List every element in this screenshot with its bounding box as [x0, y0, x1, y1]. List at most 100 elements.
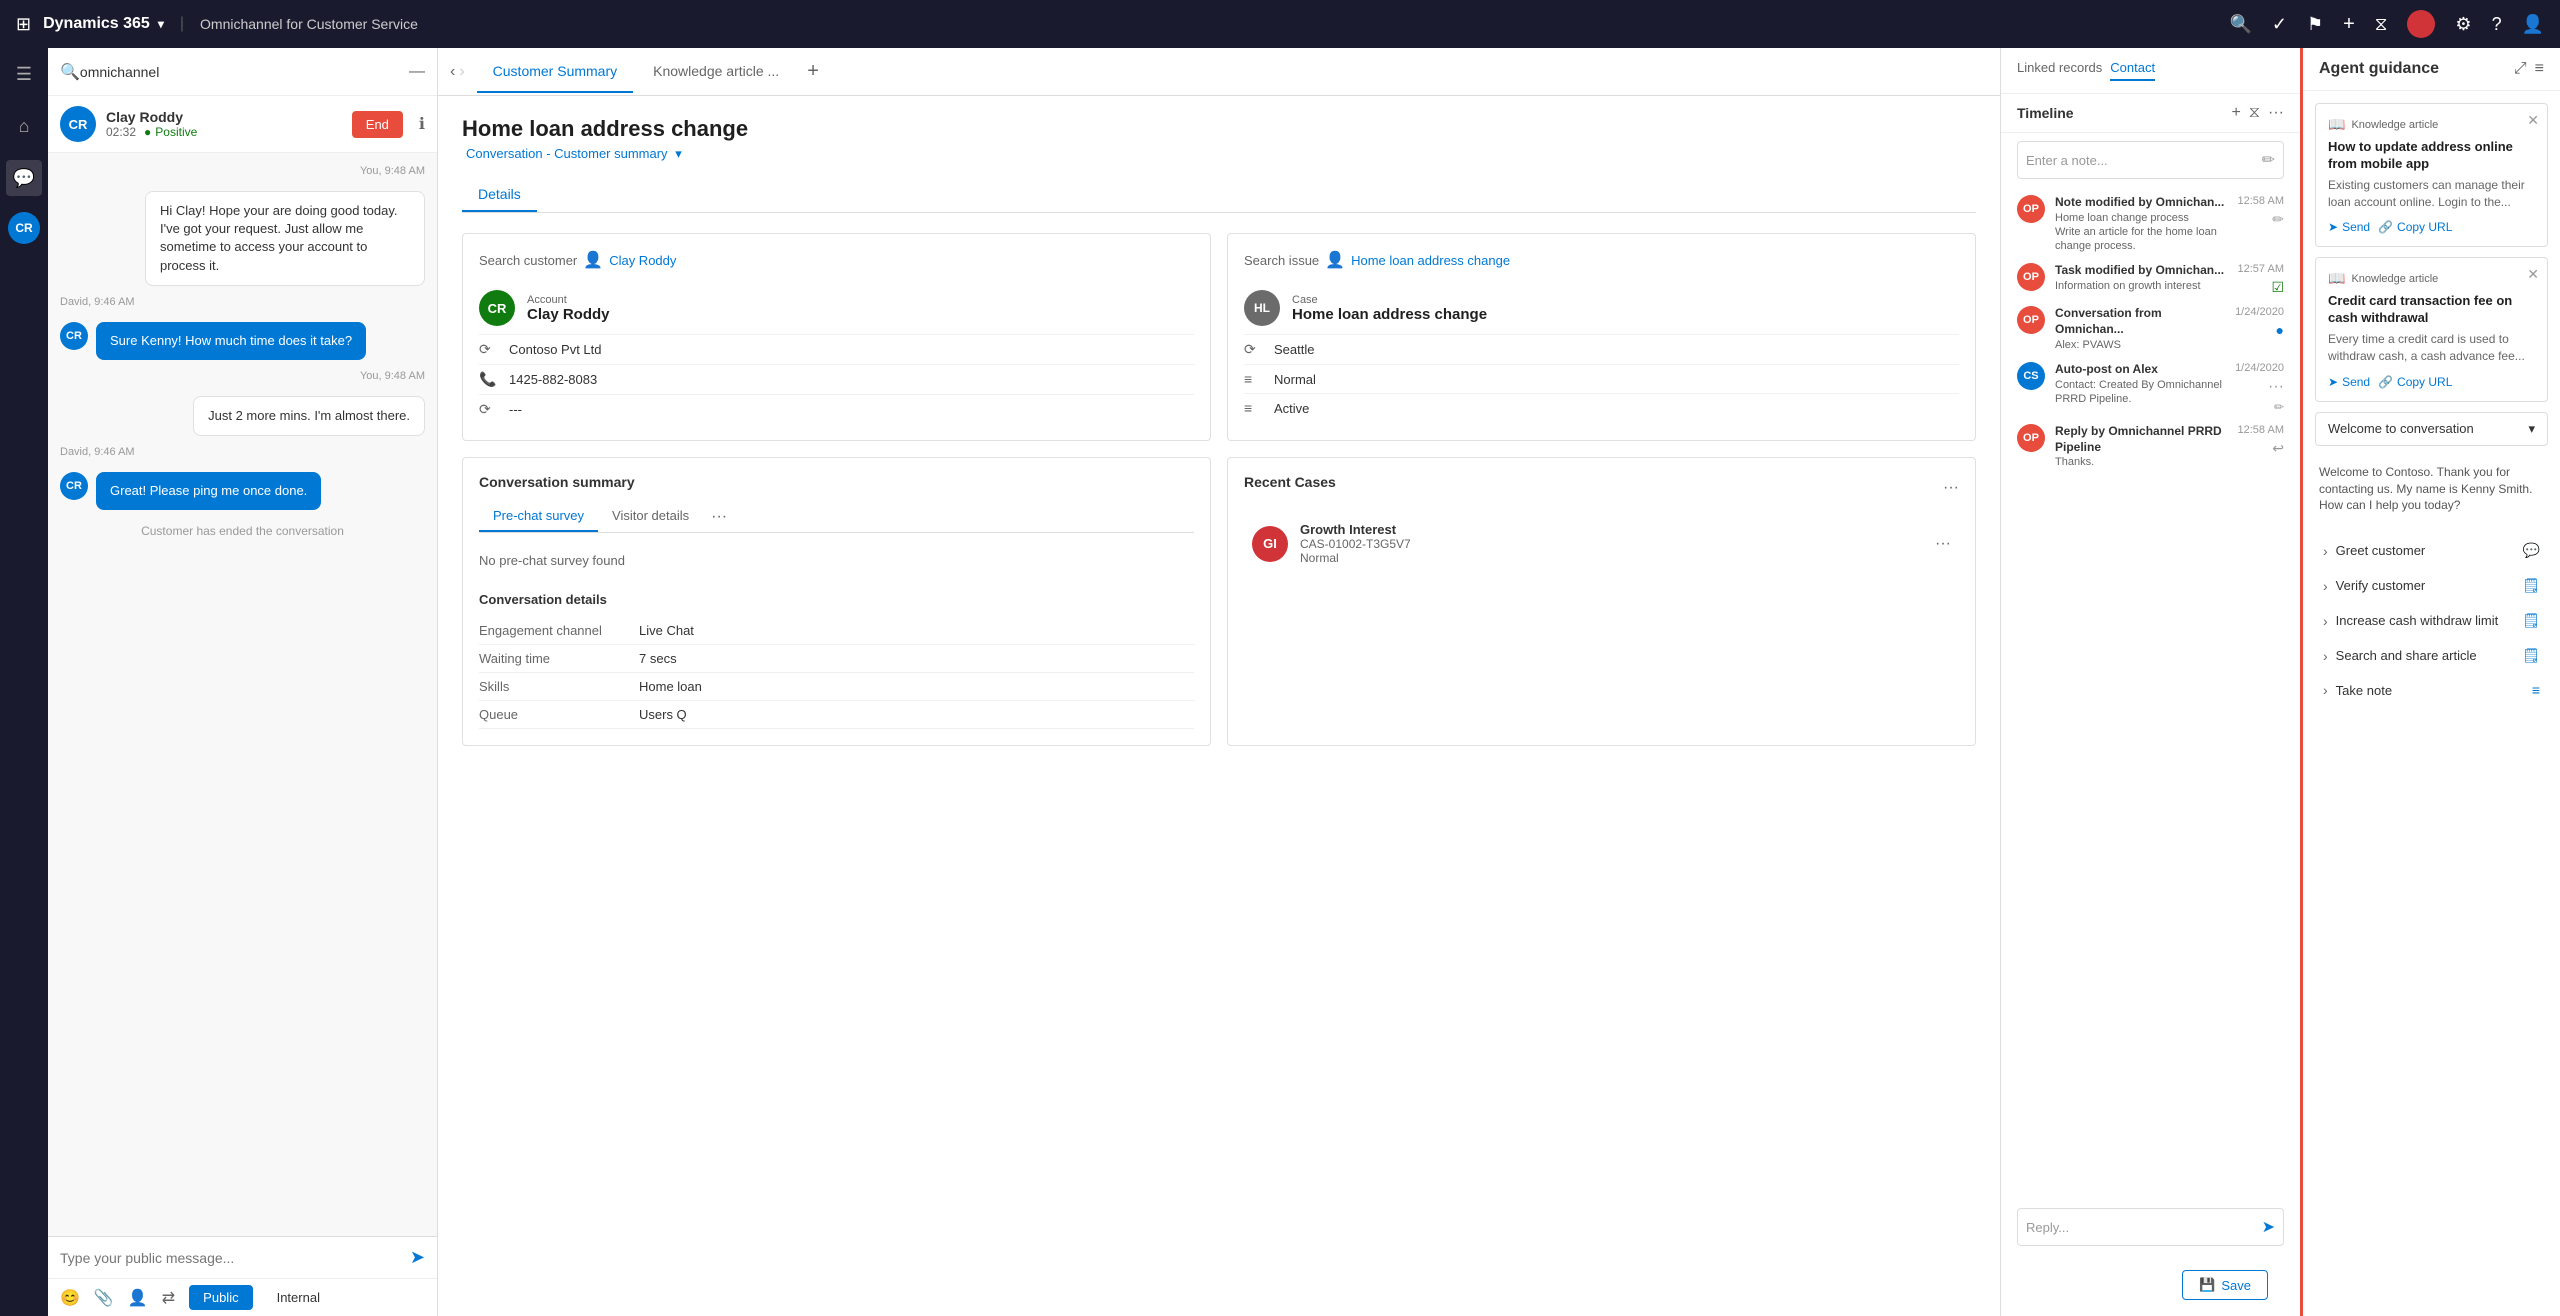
pre-chat-tab[interactable]: Pre-chat survey [479, 502, 598, 532]
save-button[interactable]: 💾 Save [2182, 1270, 2268, 1300]
app-title: Dynamics 365 [43, 15, 150, 33]
t-subtitle-3: Alex: PVAWS [2055, 338, 2225, 352]
page-title: Home loan address change [462, 116, 1976, 142]
customer-card: Search customer 👤 Clay Roddy CR Account … [462, 233, 1211, 441]
flag-icon[interactable]: ⚑ [2307, 14, 2323, 35]
tab-add-button[interactable]: + [799, 52, 827, 91]
kc-copy-btn-2[interactable]: 🔗 Copy URL [2378, 375, 2452, 389]
t-subtitle-4: Contact: Created By Omnichannel PRRD Pip… [2055, 378, 2225, 407]
welcome-dropdown-arrow: ▾ [2528, 421, 2535, 437]
attachment-icon[interactable]: 📎 [94, 1288, 114, 1308]
nav-forward-arrow[interactable]: › [459, 63, 464, 81]
welcome-dropdown[interactable]: Welcome to conversation ▾ [2315, 412, 2548, 446]
ag-list-icon[interactable]: ≡ [2535, 60, 2544, 78]
grid-icon[interactable]: ⊞ [16, 14, 31, 35]
sidebar-menu-icon[interactable]: ☰ [6, 56, 42, 92]
agent-script-icon[interactable]: 👤 [128, 1288, 148, 1308]
kc-close-2[interactable]: ✕ [2527, 266, 2539, 283]
welcome-text: Welcome to Contoso. Thank you for contac… [2315, 456, 2548, 522]
bottom-grid: Conversation summary Pre-chat survey Vis… [462, 457, 1976, 762]
chat-input-area: ➤ 😊 📎 👤 ⇄ Public Internal [48, 1236, 437, 1316]
message-bubble-1: Hi Clay! Hope your are doing good today.… [145, 191, 425, 286]
queue-value: Users Q [639, 707, 687, 722]
filter-nav-icon[interactable]: ⧖ [2375, 14, 2388, 35]
contact-card: CR Clay Roddy 02:32 ● Positive End ℹ [48, 96, 437, 153]
t-content-4: Auto-post on Alex Contact: Created By Om… [2055, 362, 2225, 414]
engagement-value: Live Chat [639, 623, 694, 638]
message-bubble-2: Sure Kenny! How much time does it take? [96, 322, 366, 360]
increase-icon: 🗒 [2522, 612, 2540, 629]
note-pencil-icon: ✏ [2262, 150, 2275, 170]
message-3: Just 2 more mins. I'm almost there. [60, 396, 425, 436]
customer-link[interactable]: Clay Roddy [609, 253, 676, 268]
ag-expand-icon[interactable]: ⤢ [2514, 60, 2527, 78]
quick-reply-icon[interactable]: ⇄ [162, 1288, 175, 1308]
kc-close-1[interactable]: ✕ [2527, 112, 2539, 129]
conversation-summary-card: Conversation summary Pre-chat survey Vis… [462, 457, 1211, 746]
conv-tabs-more[interactable]: ··· [703, 502, 735, 532]
checklist-increase[interactable]: › Increase cash withdraw limit 🗒 [2315, 606, 2548, 635]
agent-guidance-title: Agent guidance [2319, 60, 2439, 78]
skills-value: Home loan [639, 679, 702, 694]
search-conv-icon[interactable]: 🔍 [60, 62, 80, 82]
user-icon[interactable]: 👤 [2522, 14, 2544, 35]
case-item-more[interactable]: ··· [1935, 535, 1951, 553]
issue-link[interactable]: Home loan address change [1351, 253, 1510, 268]
nav-back-arrow[interactable]: ‹ [450, 63, 455, 81]
note-input[interactable]: Enter a note... ✏ [2017, 141, 2284, 179]
minimize-icon[interactable]: — [409, 63, 425, 81]
internal-button[interactable]: Internal [267, 1285, 330, 1310]
settings-icon[interactable]: ⚙ [2455, 14, 2471, 35]
t-avatar-1: OP [2017, 195, 2045, 223]
end-button[interactable]: End [352, 111, 403, 138]
kc-body-1: Existing customers can manage their loan… [2328, 177, 2535, 211]
checklist-search[interactable]: › Search and share article 🗒 [2315, 641, 2548, 670]
plus-nav-icon[interactable]: + [2343, 13, 2355, 36]
case-item-1: GI Growth Interest CAS-01002-T3G5V7 Norm… [1244, 514, 1959, 573]
timeline-more-icon[interactable]: ··· [2268, 104, 2284, 122]
notification-badge[interactable] [2407, 10, 2435, 38]
public-button[interactable]: Public [189, 1285, 252, 1310]
linked-records-tab[interactable]: Linked records [2017, 60, 2102, 81]
visitor-details-tab[interactable]: Visitor details [598, 502, 703, 532]
details-title: Conversation details [479, 592, 1194, 607]
dropdown-arrow[interactable]: ▾ [158, 17, 164, 31]
tab-customer-summary[interactable]: Customer Summary [477, 51, 633, 93]
case-item-info: Growth Interest CAS-01002-T3G5V7 Normal [1300, 522, 1411, 565]
t-title-4: Auto-post on Alex [2055, 362, 2225, 378]
timeline-actions: + ⧖ ··· [2231, 104, 2284, 122]
kc-copy-btn-1[interactable]: 🔗 Copy URL [2378, 220, 2452, 234]
location-row: ⟳ Seattle [1244, 334, 1959, 364]
sidebar-home-icon[interactable]: ⌂ [6, 108, 42, 144]
account-name: Clay Roddy [527, 306, 610, 323]
recent-cases-more[interactable]: ··· [1943, 479, 1959, 497]
reply-send-icon[interactable]: ➤ [2262, 1217, 2275, 1237]
chat-input[interactable] [60, 1250, 402, 1266]
tab-knowledge-article[interactable]: Knowledge article ... [637, 51, 795, 93]
page-subtitle[interactable]: Conversation - Customer summary ▾ [462, 146, 1976, 162]
info-icon[interactable]: ℹ [419, 114, 425, 134]
help-icon[interactable]: ? [2492, 14, 2502, 35]
t-avatar-4: CS [2017, 362, 2045, 390]
reply-input[interactable]: Reply... ➤ [2017, 1208, 2284, 1246]
kc-send-btn-1[interactable]: ➤ Send [2328, 220, 2370, 234]
chat-messages: You, 9:48 AM Hi Clay! Hope your are doin… [48, 153, 437, 1236]
checklist-verify[interactable]: › Verify customer 🗒 [2315, 571, 2548, 600]
search-nav-icon[interactable]: 🔍 [2229, 14, 2251, 35]
search-issue-label: Search issue [1244, 253, 1319, 268]
checklist-note[interactable]: › Take note ≡ [2315, 676, 2548, 704]
details-tab[interactable]: Details [462, 178, 537, 212]
timestamp-1: You, 9:48 AM [60, 165, 425, 177]
sidebar-chat-icon[interactable]: 💬 [6, 160, 42, 196]
kc-send-btn-2[interactable]: ➤ Send [2328, 375, 2370, 389]
case-gi-avatar: GI [1252, 526, 1288, 562]
queue-row: Queue Users Q [479, 701, 1194, 729]
timeline-filter-icon[interactable]: ⧖ [2249, 104, 2260, 122]
checkmark-icon[interactable]: ✓ [2272, 14, 2287, 35]
send-icon[interactable]: ➤ [410, 1247, 425, 1268]
checklist-greet[interactable]: › Greet customer 💬 [2315, 536, 2548, 565]
conversation-panel: 🔍 omnichannel — CR Clay Roddy 02:32 ● Po… [48, 48, 438, 1316]
timeline-add-icon[interactable]: + [2231, 104, 2240, 122]
contact-tab[interactable]: Contact [2110, 60, 2155, 81]
emoji-icon[interactable]: 😊 [60, 1288, 80, 1308]
